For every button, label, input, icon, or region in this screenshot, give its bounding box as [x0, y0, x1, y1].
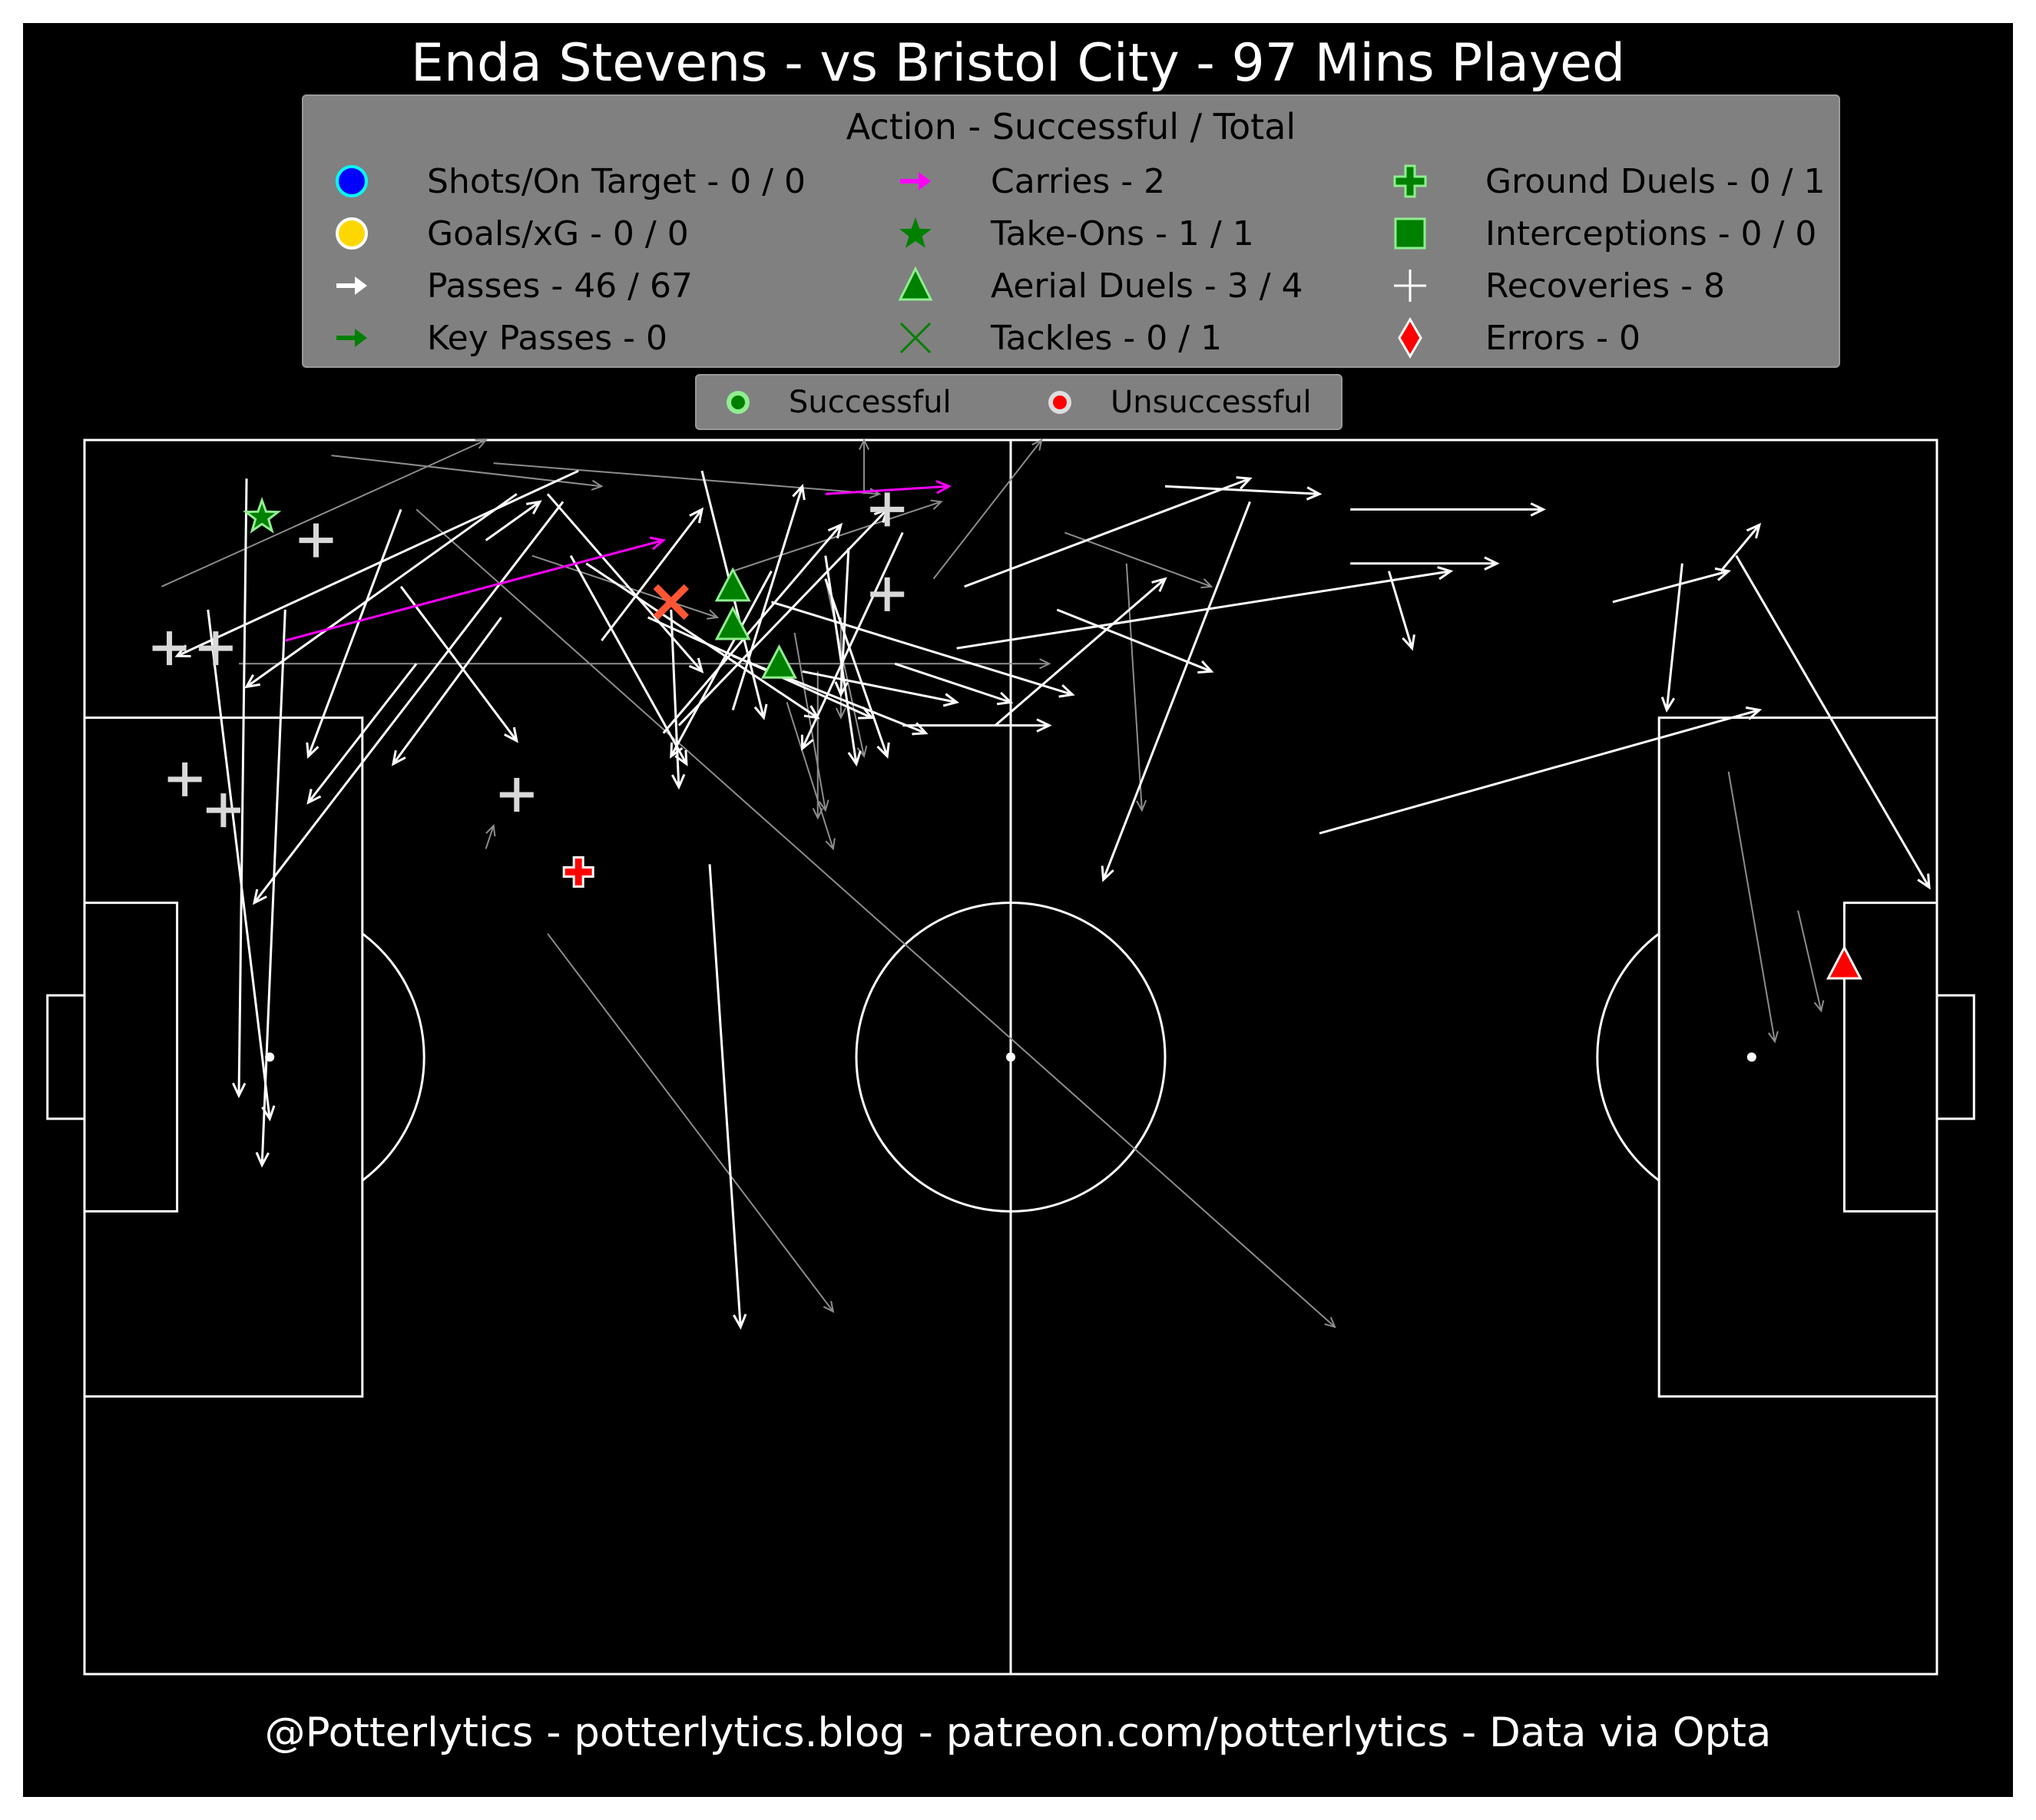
recovery-marker — [167, 762, 202, 796]
recovery-marker — [152, 631, 187, 666]
right-six-yard-box — [1842, 902, 1938, 1213]
unsuccessful-pass — [239, 658, 1051, 670]
successful-pass — [391, 617, 502, 766]
unsuccessful-pass — [859, 438, 870, 495]
successful-pass — [964, 476, 1253, 588]
unsuccessful-pass — [932, 438, 1043, 580]
centre-spot — [1006, 1052, 1015, 1062]
unsuccessful-pass — [485, 824, 496, 849]
recovery-marker — [198, 631, 233, 666]
successful-pass — [662, 522, 843, 734]
successful-pass — [1735, 554, 1931, 890]
successful-pass — [1350, 502, 1546, 517]
successful-pass — [902, 718, 1052, 733]
footer-credit: @Potterlytics - potterlytics.blog - patr… — [264, 1709, 1772, 1756]
left-goal — [46, 994, 86, 1120]
unsuccessful-pass — [1125, 563, 1147, 812]
right-goal — [1935, 994, 1975, 1120]
successful-pass — [255, 609, 286, 1168]
recovery-marker — [299, 523, 333, 558]
unsuccessful-pass — [793, 632, 829, 812]
take-on-marker — [242, 496, 282, 534]
recovery-marker — [206, 793, 240, 828]
unsuccessful-pass — [547, 933, 835, 1313]
successful-pass — [174, 469, 579, 658]
unsuccessful-pass — [161, 438, 488, 587]
unsuccessful-pass — [331, 455, 604, 491]
successful-pass — [800, 531, 904, 751]
successful-pass — [1612, 567, 1731, 604]
successful-pass — [1101, 501, 1251, 882]
left-six-yard-box — [83, 902, 179, 1213]
successful-pass — [677, 507, 889, 726]
successful-pass — [232, 478, 248, 1099]
successful-pass — [1388, 571, 1415, 651]
successful-pass — [708, 864, 747, 1330]
aerial-duel-won-marker — [714, 567, 751, 602]
event-markers — [152, 492, 1862, 980]
successful-pass — [994, 577, 1167, 726]
successful-pass — [771, 601, 1075, 698]
carry — [825, 480, 952, 495]
right-penalty-area — [1657, 716, 1938, 1398]
left-penalty-arc — [361, 932, 425, 1182]
unsuccessful-pass — [1727, 771, 1779, 1044]
successful-pass — [732, 654, 929, 736]
recovery-marker — [499, 778, 534, 812]
unsuccessful-pass — [1797, 910, 1825, 1013]
ground-duel-lost-marker — [562, 855, 594, 888]
unsuccessful-pass — [415, 508, 1336, 1329]
unsuccessful-passes — [161, 438, 1825, 1329]
successful-pass — [1319, 706, 1763, 835]
right-penalty-arc — [1596, 932, 1660, 1182]
successful-pass — [546, 493, 704, 673]
successful-pass — [824, 578, 890, 759]
pitch-lines — [46, 438, 1975, 1676]
aerial-duel-lost-marker — [1826, 945, 1862, 980]
pitch-plot — [46, 438, 1975, 1676]
recovery-marker — [870, 577, 905, 611]
successful-pass — [1350, 556, 1500, 571]
carry — [284, 536, 667, 642]
successful-pass — [485, 500, 542, 541]
right-penalty-spot — [1746, 1052, 1756, 1062]
aerial-duel-won-marker — [761, 644, 797, 679]
successful-pass — [252, 501, 564, 905]
